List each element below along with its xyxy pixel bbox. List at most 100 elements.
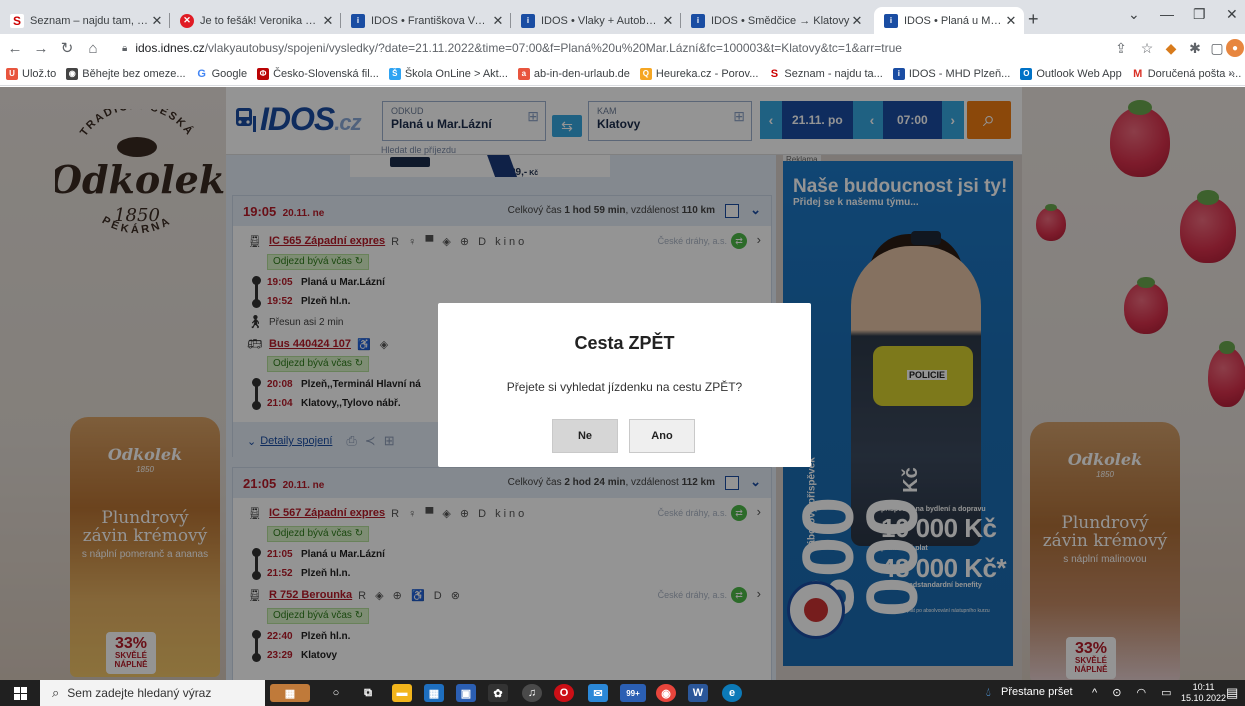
windows-icon <box>13 686 27 700</box>
bookmark-label: IDOS - MHD Plzeň... <box>908 67 1011 80</box>
sidepanel-icon[interactable]: ▢ <box>1208 39 1226 57</box>
tab-seznam[interactable]: S Seznam – najdu tam, co nezn ✕ <box>0 7 170 34</box>
cortana-icon[interactable]: ○ <box>326 684 346 702</box>
back-icon[interactable]: ← <box>4 40 26 57</box>
tab-title: IDOS • Vlaky + Autobusy • V <box>541 14 661 27</box>
tab-title: IDOS • Planá u Mar.Lázní → <box>904 14 1004 27</box>
reload-icon[interactable]: ↻ <box>56 39 78 57</box>
tab-title: IDOS • Smědčice → Klatovy <box>711 14 850 27</box>
bookmarks-more-button[interactable]: » <box>1228 66 1235 80</box>
profile-avatar-icon[interactable]: ● <box>1226 39 1244 57</box>
url-input[interactable]: 🔒︎ idos.idnes.cz /vlakyautobusy/spojeni/… <box>112 37 1012 59</box>
tab-idos-smedcice[interactable]: i IDOS • Smědčice → Klatovy ✕ <box>681 7 870 34</box>
tab-title: Je to fešák! Veronika Žilková <box>200 14 321 27</box>
share-icon[interactable]: ⇪ <box>1112 39 1130 57</box>
start-button[interactable] <box>8 680 32 706</box>
csfd-icon: Ф <box>257 67 270 80</box>
bookmark-outlook[interactable]: O Outlook Web App <box>1020 67 1122 80</box>
idos-icon: i <box>884 13 898 28</box>
close-icon[interactable]: ✕ <box>321 13 335 29</box>
heureka-icon: Q <box>639 67 652 80</box>
weather-text[interactable]: Přestane pršet <box>1001 686 1073 698</box>
home-icon[interactable]: ⌂ <box>82 40 104 57</box>
bookmark-label: Heureka.cz - Porov... <box>655 67 759 80</box>
bookmark-label: Česko-Slovenská fil... <box>273 67 379 80</box>
puzzle-icon[interactable]: ✱ <box>1186 39 1204 57</box>
bookmark-csfd[interactable]: Ф Česko-Slovenská fil... <box>257 67 379 80</box>
extension-icon[interactable]: ◆ <box>1162 39 1180 57</box>
close-icon[interactable]: ✕ <box>850 13 864 29</box>
mail-icon[interactable]: ✉ <box>588 684 608 702</box>
url-path: /vlakyautobusy/spojeni/vysledky/?date=21… <box>204 41 902 55</box>
bookmark-behejte[interactable]: ◉ Běhejte bez omeze... <box>66 67 186 80</box>
dialog-text: Přejete si vyhledat jízdenku na cestu ZP… <box>506 380 743 394</box>
tab-idos-frantiskova[interactable]: i IDOS • Františkova Ves/Petro ✕ <box>341 7 511 34</box>
bookmark-gmail[interactable]: M Doručená pošta -... <box>1131 67 1242 80</box>
taskbar-search[interactable]: ⌕ Sem zadejte hledaný výraz <box>40 680 265 706</box>
tab-idos-vlaky[interactable]: i IDOS • Vlaky + Autobusy • V ✕ <box>511 7 681 34</box>
tab-strip: S Seznam – najdu tam, co nezn ✕ ✕ Je to … <box>0 0 1245 34</box>
bookmark-skola[interactable]: Š Škola OnLine > Akt... <box>388 67 508 80</box>
seznam-icon: S <box>10 13 24 28</box>
google-icon: G <box>195 67 208 80</box>
bookmark-ulozto[interactable]: U Ulož.to <box>6 67 57 80</box>
bookmark-label: Doručená pošta -... <box>1147 67 1242 80</box>
store-icon[interactable]: 99+ <box>620 684 646 702</box>
window-close-button[interactable]: ✕ <box>1226 6 1238 23</box>
search-icon: ⌕ <box>52 685 60 700</box>
taskbar: ⌕ Sem zadejte hledaný výraz ▦ ○ ⧉ ▬ ▦ ▣ … <box>0 680 1245 706</box>
bookmark-label: Ulož.to <box>22 67 57 80</box>
globe-icon: ◉ <box>66 67 79 80</box>
opera-icon[interactable]: O <box>554 684 574 702</box>
bookmark-label: ab-in-den-urlaub.de <box>533 67 630 80</box>
clock[interactable]: 10:11 15.10.2022 <box>1181 682 1226 704</box>
tab-zilkova[interactable]: ✕ Je to fešák! Veronika Žilková ✕ <box>170 7 341 34</box>
weather-icon: 💧︎ <box>986 685 991 699</box>
maximize-button[interactable]: ❐ <box>1193 6 1206 23</box>
no-button[interactable]: Ne <box>552 419 618 453</box>
tab-idos-plana[interactable]: i IDOS • Planá u Mar.Lázní → ✕ <box>874 7 1024 34</box>
chrome-icon[interactable]: ◉ <box>656 684 676 702</box>
close-icon[interactable]: ✕ <box>491 13 505 29</box>
yes-button[interactable]: Ano <box>629 419 695 453</box>
bookmark-idos-mhd[interactable]: i IDOS - MHD Plzeň... <box>892 67 1011 80</box>
bookmark-heureka[interactable]: Q Heureka.cz - Porov... <box>639 67 759 80</box>
seznam-icon: S <box>768 67 781 80</box>
minimize-button[interactable]: — <box>1160 6 1174 22</box>
word-icon[interactable]: W <box>688 684 708 702</box>
idos-icon: i <box>351 13 365 28</box>
close-icon[interactable]: ✕ <box>150 13 164 29</box>
search-placeholder: Sem zadejte hledaný výraz <box>67 686 212 700</box>
tab-search-icon[interactable]: ⌄ <box>1128 6 1140 23</box>
bookmarks-bar: U Ulož.to ◉ Běhejte bez omeze... G Google Ф… <box>0 62 1245 86</box>
bookmark-seznam[interactable]: S Seznam - najdu ta... <box>768 67 883 80</box>
calculator-icon[interactable]: ▦ <box>424 684 444 702</box>
bookmark-google[interactable]: G Google <box>195 67 247 80</box>
bookmark-label: Seznam - najdu ta... <box>784 67 883 80</box>
save-icon[interactable]: ▣ <box>456 684 476 702</box>
idos-icon: i <box>521 13 535 28</box>
bookmark-star-icon[interactable]: ☆ <box>1138 39 1156 57</box>
address-bar-row: ← → ↻ ⌂ 🔒︎ idos.idnes.cz /vlakyautobusy/… <box>0 34 1245 62</box>
red-circle-icon: ✕ <box>180 13 194 28</box>
ulozto-icon: U <box>6 67 18 80</box>
url-host: idos.idnes.cz <box>135 41 205 55</box>
notification-icon[interactable]: ▤ <box>1226 685 1238 701</box>
skola-icon: Š <box>388 67 401 80</box>
search-highlight-icon[interactable]: ▦ <box>270 684 310 702</box>
new-tab-button[interactable]: + <box>1028 9 1039 30</box>
bookmark-urlaub[interactable]: a ab-in-den-urlaub.de <box>517 67 630 80</box>
urlaub-icon: a <box>517 67 530 80</box>
task-view-icon[interactable]: ⧉ <box>358 684 378 702</box>
tab-title: IDOS • Františkova Ves/Petro <box>371 14 491 27</box>
close-icon[interactable]: ✕ <box>661 13 675 29</box>
bookmark-label: Škola OnLine > Akt... <box>404 67 508 80</box>
close-icon[interactable]: ✕ <box>1004 13 1018 29</box>
bookmark-label: Běhejte bez omeze... <box>82 67 186 80</box>
file-explorer-icon[interactable]: ▬ <box>392 684 412 702</box>
forward-icon[interactable]: → <box>30 40 52 57</box>
media-icon[interactable]: ✿ <box>488 684 508 702</box>
system-tray[interactable]: ^ ⊙ ◠ ▭ <box>1092 686 1178 699</box>
edge-icon[interactable]: e <box>722 684 742 702</box>
music-icon[interactable]: ♫ <box>522 684 542 702</box>
